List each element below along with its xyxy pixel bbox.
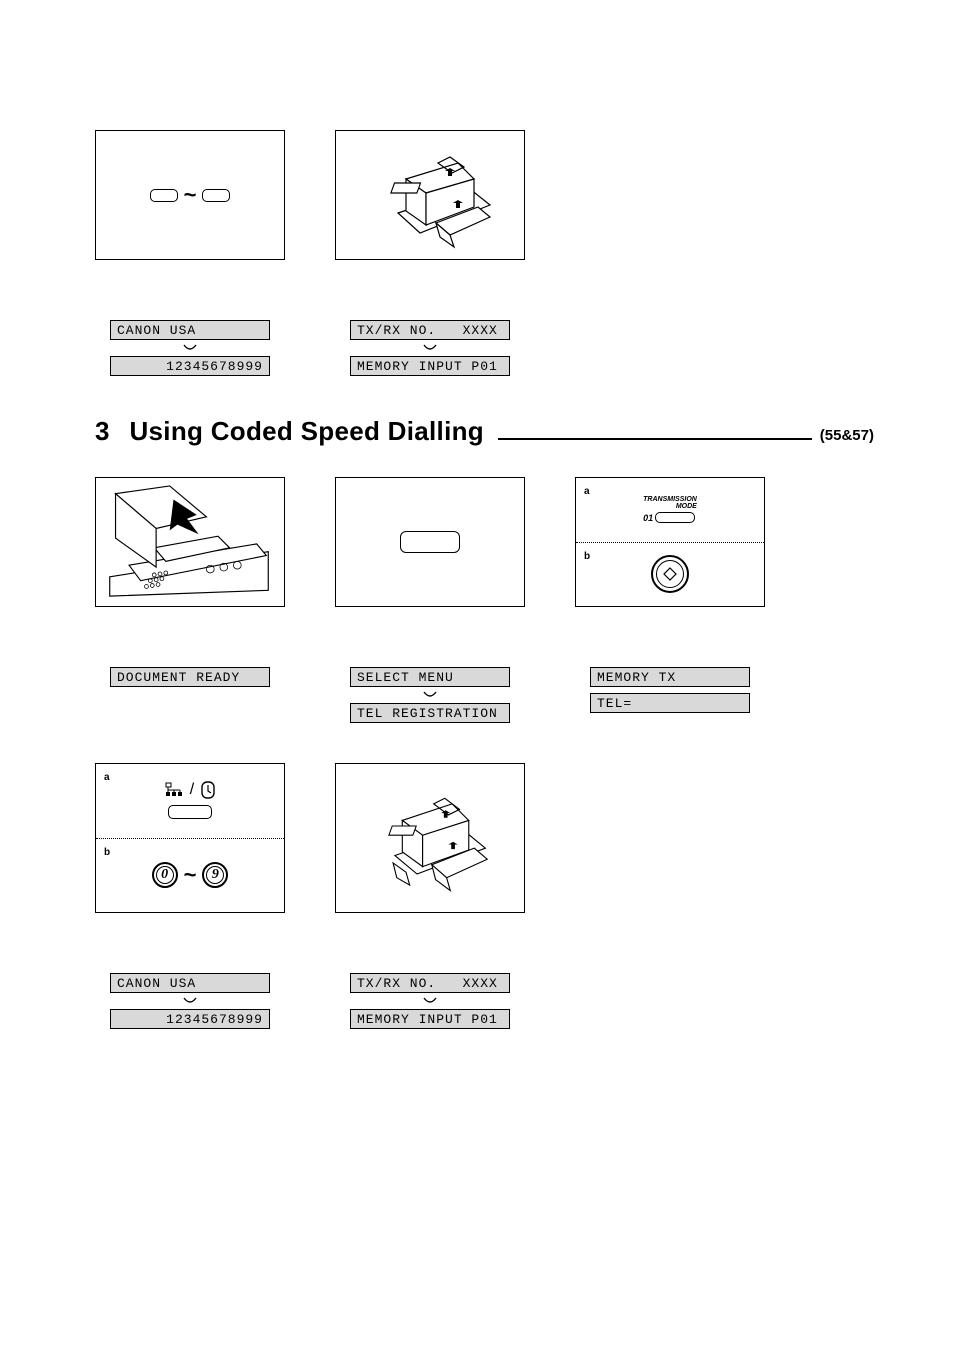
tilde-icon: ~ <box>184 182 197 208</box>
lcd-memory-tx: MEMORY TX <box>590 667 750 687</box>
lcd-line: 12345678999 <box>110 356 270 376</box>
label-b: b <box>104 847 110 858</box>
heading-pageref: (55&57) <box>820 427 874 444</box>
down-caret-icon <box>110 993 270 1009</box>
tilde-icon: ~ <box>184 862 197 888</box>
heading-number: 3 <box>95 416 109 447</box>
down-caret-icon <box>350 993 510 1009</box>
lcd-line: CANON USA <box>110 973 270 993</box>
down-caret-icon <box>350 687 510 703</box>
tm-code: 01 <box>643 513 653 523</box>
lcd-pair-canon: CANON USA 12345678999 <box>110 973 270 1029</box>
fax-feed-icon <box>102 484 276 600</box>
section3-row1-illustrations: a TRANSMISSIONMODE 01 b <box>95 477 874 607</box>
label-b: b <box>584 551 590 562</box>
digit-0-icon: 0 <box>152 862 178 888</box>
label-a: a <box>584 486 590 497</box>
keycap-range-box: ~ <box>95 130 285 260</box>
keycap-icon <box>400 531 460 553</box>
heading-rule <box>498 438 812 440</box>
keycap-box <box>335 477 525 607</box>
directory-icon <box>165 782 183 798</box>
start-button-icon <box>651 555 689 593</box>
keycap-left-icon <box>150 189 178 202</box>
lcd-line: SELECT MENU <box>350 667 510 687</box>
lcd-line: MEMORY TX <box>590 667 750 687</box>
lcd-line: TEL REGISTRATION <box>350 703 510 723</box>
lcd-pair-canon: CANON USA 12345678999 <box>110 320 270 376</box>
fax-machine-icon <box>350 778 510 898</box>
heading-title: Using Coded Speed Dialling <box>129 416 484 447</box>
down-caret-icon <box>350 340 510 356</box>
lcd-pair-txrx: TX/RX NO. XXXX MEMORY INPUT P01 <box>350 973 510 1029</box>
down-caret-icon <box>110 340 270 356</box>
transmission-mode-label: TRANSMISSIONMODE <box>643 496 697 510</box>
lcd-line: TX/RX NO. XXXX <box>350 973 510 993</box>
section3-row1-displays: DOCUMENT READY SELECT MENU TEL REGISTRAT… <box>95 667 874 723</box>
lcd-line: TEL= <box>590 693 750 713</box>
lcd-line: 12345678999 <box>110 1009 270 1029</box>
section3-row2-illustrations: a <box>95 763 874 913</box>
keycap-icon <box>168 805 212 819</box>
lcd-line: MEMORY INPUT P01 <box>350 1009 510 1029</box>
redial-icon <box>201 781 215 799</box>
lcd-select-menu: SELECT MENU TEL REGISTRATION <box>350 667 510 723</box>
label-a: a <box>104 772 110 783</box>
section2-row-displays: CANON USA 12345678999 TX/RX NO. XXXX MEM… <box>95 320 874 376</box>
fax-output-illustration <box>335 763 525 913</box>
lcd-line: MEMORY INPUT P01 <box>350 356 510 376</box>
transmission-start-box: a TRANSMISSIONMODE 01 b <box>575 477 765 607</box>
section3-heading: 3 Using Coded Speed Dialling (55&57) <box>95 416 874 447</box>
keycap-icon <box>655 512 695 523</box>
lcd-line: TX/RX NO. XXXX <box>350 320 510 340</box>
lcd-tel: TEL= <box>590 693 750 713</box>
fax-machine-icon <box>350 135 510 255</box>
section3-row2-displays: CANON USA 12345678999 TX/RX NO. XXXX MEM… <box>95 973 874 1029</box>
keycap-right-icon <box>202 189 230 202</box>
coded-dial-box: a <box>95 763 285 913</box>
section2-row-illustrations: ~ <box>95 130 874 260</box>
lcd-line: DOCUMENT READY <box>110 667 270 687</box>
lcd-document-ready: DOCUMENT READY <box>110 667 270 687</box>
lcd-line: CANON USA <box>110 320 270 340</box>
fax-feed-illustration <box>95 477 285 607</box>
fax-output-illustration <box>335 130 525 260</box>
digit-9-icon: 9 <box>202 862 228 888</box>
lcd-pair-txrx: TX/RX NO. XXXX MEMORY INPUT P01 <box>350 320 510 376</box>
